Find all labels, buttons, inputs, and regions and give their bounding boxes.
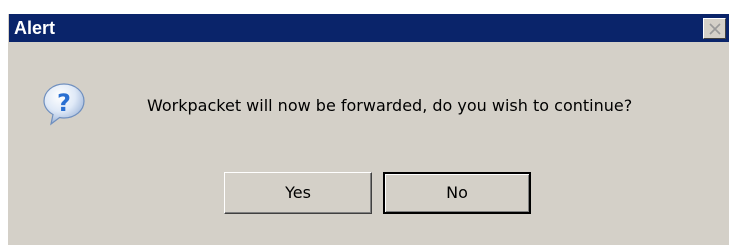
question-icon: ?: [42, 82, 86, 126]
yes-button[interactable]: Yes: [224, 172, 372, 214]
svg-text:?: ?: [57, 89, 71, 117]
title-bar[interactable]: Alert: [9, 14, 729, 42]
no-button[interactable]: No: [383, 172, 531, 214]
window-title: Alert: [14, 18, 56, 38]
close-icon: [709, 23, 721, 35]
close-button[interactable]: [703, 18, 726, 39]
dialog-message: Workpacket will now be forwarded, do you…: [147, 96, 633, 115]
alert-dialog: Alert ? Workpacket will now be forwarded…: [8, 14, 729, 245]
